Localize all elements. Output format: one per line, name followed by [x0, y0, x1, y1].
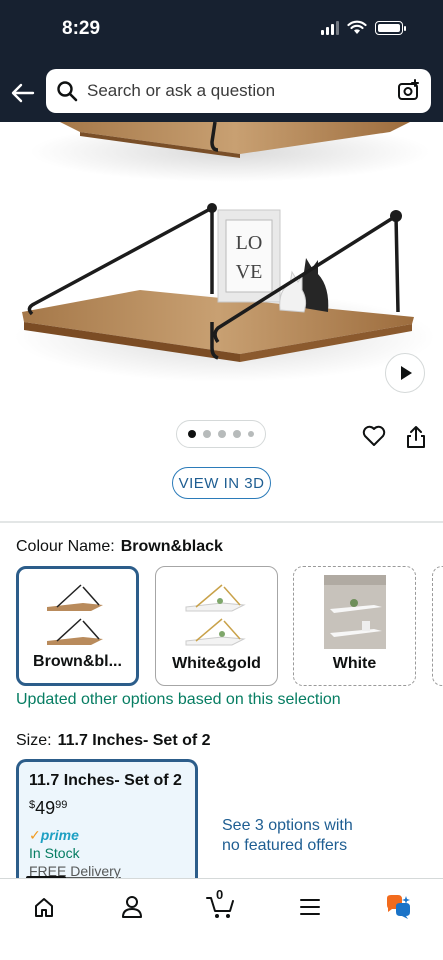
search-bar[interactable]: Search or ask a question: [46, 69, 431, 113]
play-icon: [401, 366, 412, 380]
account-icon: [122, 896, 142, 918]
swatch-image: [185, 584, 246, 646]
colour-label-text: Colour Name:: [16, 538, 115, 555]
see-options-link[interactable]: See 3 options with no featured offers: [222, 816, 392, 856]
see-options-line2: no featured offers: [222, 837, 348, 854]
size-label: Size: 11.7 Inches- Set of 2: [16, 732, 211, 750]
nav-account[interactable]: [112, 889, 152, 925]
share-icon[interactable]: [405, 425, 427, 449]
swatch-label: Brown&bl...: [33, 653, 122, 670]
colour-option-more[interactable]: [432, 566, 443, 686]
prime-label: prime: [40, 827, 79, 843]
search-input[interactable]: Search or ask a question: [87, 81, 397, 101]
prime-check-icon: ✓: [29, 827, 41, 843]
size-option-card[interactable]: 11.7 Inches- Set of 2 $4999 ✓prime In St…: [16, 759, 198, 889]
svg-text:LO: LO: [236, 232, 263, 254]
status-icons: [321, 20, 406, 35]
price-whole: 49: [35, 798, 56, 818]
carousel-dot[interactable]: [233, 430, 241, 438]
swatch-image: [323, 575, 386, 649]
product-photo: LO VE: [15, 122, 435, 382]
colour-name-label: Colour Name: Brown&black: [16, 538, 223, 556]
product-image[interactable]: LO VE: [0, 122, 443, 410]
battery-icon: [375, 20, 406, 35]
see-options-line1: See 3 options with: [222, 817, 353, 834]
nav-menu[interactable]: [290, 889, 330, 925]
swatch-label: White: [332, 655, 377, 672]
colour-option-white-gold[interactable]: White&gold: [155, 566, 278, 686]
divider: [0, 521, 443, 523]
carousel-dot[interactable]: [203, 430, 211, 438]
colour-selected-value: Brown&black: [120, 538, 223, 555]
view-in-3d-button[interactable]: VIEW IN 3D: [172, 467, 271, 499]
colour-option-white[interactable]: White: [293, 566, 416, 686]
heart-icon[interactable]: [362, 425, 386, 447]
rufus-icon: [387, 895, 410, 919]
cellular-signal-icon: [321, 20, 339, 35]
camera-search-icon[interactable]: [397, 79, 421, 103]
carousel-dot[interactable]: [248, 431, 254, 437]
colour-option-brown-black[interactable]: Brown&bl...: [16, 566, 139, 686]
carousel-dot[interactable]: [188, 430, 196, 438]
size-option-price: $4999: [29, 798, 185, 819]
back-arrow-icon: [11, 83, 35, 103]
nav-cart[interactable]: 0: [201, 887, 241, 925]
swatch-label: White&gold: [172, 655, 261, 672]
wifi-icon: [347, 20, 367, 34]
updated-options-note: Updated other options based on this sele…: [16, 691, 341, 708]
nav-rufus[interactable]: [378, 889, 418, 925]
size-option-title: 11.7 Inches- Set of 2: [29, 772, 182, 789]
search-icon: [57, 81, 78, 102]
back-button[interactable]: [10, 80, 36, 106]
top-header: 8:29 Search or ask a question: [0, 0, 443, 122]
play-video-button[interactable]: [385, 353, 425, 393]
stock-status: In Stock: [29, 845, 80, 861]
svg-text:VE: VE: [236, 261, 263, 283]
nav-home[interactable]: [24, 889, 64, 925]
size-label-text: Size:: [16, 732, 52, 749]
cart-count: 0: [216, 887, 224, 902]
size-selected-value: 11.7 Inches- Set of 2: [57, 732, 211, 749]
bottom-navigation: 0: [0, 878, 443, 960]
home-icon: [35, 898, 53, 917]
image-carousel-dots[interactable]: [176, 420, 266, 448]
status-time: 8:29: [62, 18, 101, 39]
price-fraction: 99: [55, 799, 68, 811]
prime-badge: ✓prime: [29, 827, 185, 844]
swatch-image: [46, 584, 103, 645]
menu-icon: [300, 899, 320, 915]
carousel-dot[interactable]: [218, 430, 226, 438]
